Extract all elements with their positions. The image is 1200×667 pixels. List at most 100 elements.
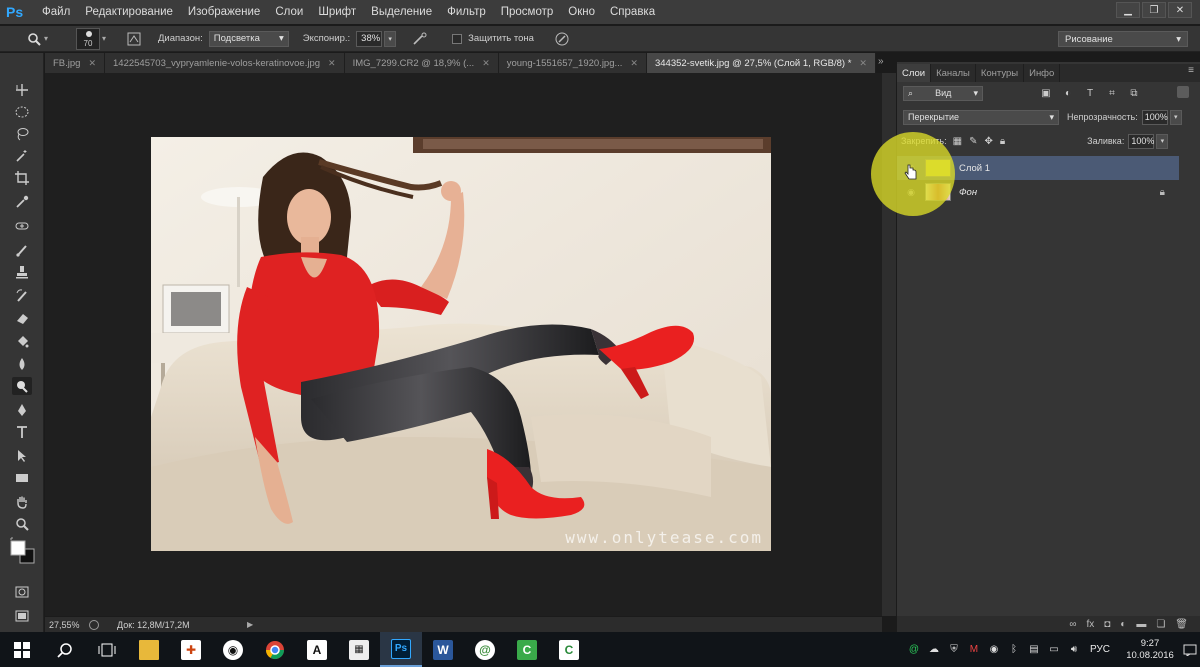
opacity-slider-toggle[interactable]: ▾ — [1169, 109, 1182, 125]
eyedropper-tool-icon[interactable] — [12, 193, 32, 211]
app-camtasia-icon[interactable]: C — [506, 632, 548, 667]
add-mask-icon[interactable]: ◘ — [1104, 619, 1110, 630]
fill-input[interactable]: 100% — [1128, 133, 1154, 149]
new-layer-icon[interactable]: ❏ — [1156, 619, 1165, 630]
app-calculator-icon[interactable]: ▦ — [338, 632, 380, 667]
crop-tool-icon[interactable] — [12, 169, 32, 187]
filter-toggle[interactable] — [1177, 86, 1189, 98]
protect-tones-checkbox[interactable] — [452, 33, 463, 44]
range-select[interactable]: Подсветка ▾ — [208, 30, 289, 47]
lock-all-icon[interactable]: 🔒︎ — [1000, 136, 1005, 147]
tab-layers[interactable]: Слои — [897, 64, 932, 82]
blend-mode-select[interactable]: Перекрытие ▾ — [903, 109, 1059, 125]
tab-channels[interactable]: Каналы — [931, 64, 976, 82]
quick-mask-icon[interactable] — [12, 583, 32, 601]
tray-cloud-icon[interactable]: ☁ — [926, 642, 942, 658]
opacity-input[interactable]: 100% — [1141, 109, 1168, 125]
dodge-tool-icon[interactable] — [12, 377, 32, 395]
menu-image[interactable]: Изображение — [188, 6, 260, 18]
adjustment-layer-icon[interactable]: ◐ — [1120, 619, 1126, 630]
document-image[interactable]: www.onlytease.com — [151, 137, 771, 551]
app-chrome-icon[interactable] — [254, 632, 296, 667]
tray-volume-icon[interactable]: 🔊︎ — [1066, 642, 1082, 658]
menu-select[interactable]: Выделение — [371, 6, 432, 18]
tab-fb[interactable]: FB.jpg ✕ — [45, 53, 106, 73]
clone-stamp-tool-icon[interactable] — [12, 263, 32, 281]
pen-tool-icon[interactable] — [12, 401, 32, 419]
chevron-down-icon[interactable]: ▾ — [102, 34, 110, 43]
type-filter-icon[interactable]: T — [1083, 86, 1097, 100]
history-brush-tool-icon[interactable] — [12, 287, 32, 305]
menu-edit[interactable]: Редактирование — [85, 6, 173, 18]
collapse-panels-icon[interactable]: » — [878, 56, 884, 67]
airbrush-icon[interactable] — [410, 30, 430, 48]
healing-brush-tool-icon[interactable] — [12, 217, 32, 235]
rectangle-tool-icon[interactable] — [12, 469, 32, 487]
menu-help[interactable]: Справка — [610, 6, 655, 18]
tool-preset-picker[interactable]: ▾ — [24, 29, 54, 49]
zoom-level[interactable]: 27,55% — [49, 620, 83, 630]
tab-svetik[interactable]: 344352-svetik.jpg @ 27,5% (Слой 1, RGB/8… — [646, 53, 876, 73]
tab-info[interactable]: Инфо — [1024, 64, 1061, 82]
restore-button[interactable]: ❐ — [1142, 2, 1166, 18]
type-tool-icon[interactable] — [12, 423, 32, 441]
lock-position-icon[interactable]: ✥ — [984, 136, 992, 147]
move-tool-icon[interactable] — [12, 81, 32, 99]
tab-young[interactable]: young-1551657_1920.jpg... ✕ — [498, 53, 647, 73]
tab-keratin[interactable]: 1422545703_vypryamlenie-volos-keratinovo… — [105, 53, 345, 73]
brush-panel-icon[interactable] — [124, 30, 144, 48]
layer-name[interactable]: Слой 1 — [959, 163, 990, 174]
menu-type[interactable]: Шрифт — [318, 6, 356, 18]
marquee-tool-icon[interactable] — [12, 103, 32, 121]
start-button[interactable] — [0, 632, 44, 667]
close-button[interactable]: ✕ — [1168, 2, 1192, 18]
adjustment-filter-icon[interactable]: ◐ — [1061, 86, 1075, 100]
close-icon[interactable]: ✕ — [630, 58, 638, 69]
tray-security-icon[interactable]: ⛨ — [946, 642, 962, 658]
smart-object-filter-icon[interactable]: ⧉ — [1127, 86, 1141, 100]
layer-kind-select[interactable]: ⌕ Вид ▾ — [903, 85, 983, 101]
app-a-icon[interactable]: A — [296, 632, 338, 667]
tray-bluetooth-icon[interactable]: ᛒ — [1006, 642, 1022, 658]
taskbar-search-icon[interactable] — [44, 632, 86, 667]
close-icon[interactable]: ✕ — [88, 58, 96, 69]
app-word-icon[interactable]: W — [422, 632, 464, 667]
brush-tool-icon[interactable] — [12, 241, 32, 259]
magic-wand-tool-icon[interactable] — [12, 147, 32, 165]
notifications-icon[interactable] — [1180, 632, 1200, 667]
image-filter-icon[interactable]: ▣ — [1039, 86, 1053, 100]
tray-clock[interactable]: 9:27 10.08.2016 — [1120, 638, 1180, 662]
close-icon[interactable]: ✕ — [482, 58, 490, 69]
tray-battery-icon[interactable]: ▭ — [1046, 642, 1062, 658]
path-selection-tool-icon[interactable] — [12, 447, 32, 465]
canvas-area[interactable]: www.onlytease.com — [45, 73, 882, 616]
tray-language[interactable]: РУС — [1090, 644, 1110, 655]
lock-paint-icon[interactable]: ✎ — [969, 136, 977, 147]
exposure-slider-toggle[interactable]: ▾ — [384, 30, 397, 47]
app-mail-agent-icon[interactable]: @ — [464, 632, 506, 667]
menu-file[interactable]: Файл — [42, 6, 70, 18]
brush-size-picker[interactable]: 70 — [76, 27, 100, 50]
file-explorer-icon[interactable] — [128, 632, 170, 667]
workspace-select[interactable]: Рисование ▾ — [1058, 31, 1188, 47]
tray-m-icon[interactable]: M — [966, 642, 982, 658]
shape-filter-icon[interactable]: ⌗ — [1105, 86, 1119, 100]
tray-camera-icon[interactable]: ◉ — [986, 642, 1002, 658]
link-layers-icon[interactable]: ∞ — [1069, 619, 1076, 630]
zoom-tool-icon[interactable] — [12, 515, 32, 533]
app-teamviewer-icon[interactable]: ◉ — [212, 632, 254, 667]
layer-name[interactable]: Фон — [959, 187, 977, 198]
color-swatches[interactable] — [8, 537, 36, 567]
status-info-icon[interactable] — [89, 619, 99, 630]
task-view-icon[interactable] — [86, 632, 128, 667]
menu-layers[interactable]: Слои — [275, 6, 303, 18]
panel-menu-icon[interactable]: ≡ — [1188, 65, 1194, 76]
exposure-input[interactable]: 38% — [356, 30, 383, 47]
tab-img7299[interactable]: IMG_7299.CR2 @ 18,9% (... ✕ — [344, 53, 499, 73]
pressure-icon[interactable] — [552, 30, 572, 48]
menu-view[interactable]: Просмотр — [501, 6, 554, 18]
screen-mode-icon[interactable] — [12, 607, 32, 625]
app-camtasia-recorder-icon[interactable]: C — [548, 632, 590, 667]
menu-filter[interactable]: Фильтр — [447, 6, 486, 18]
lock-transparency-icon[interactable]: ▦ — [953, 136, 962, 147]
